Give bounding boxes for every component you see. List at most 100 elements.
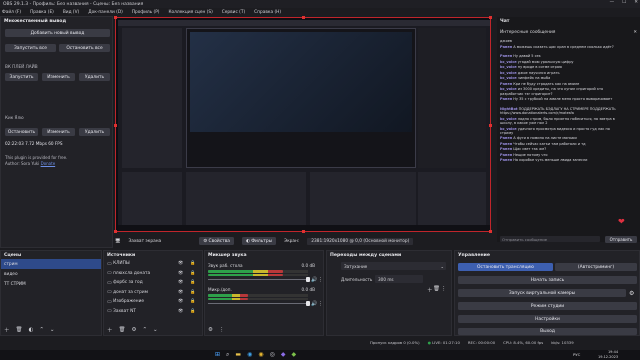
resize-handle-br[interactable]	[489, 230, 492, 233]
folder-icon[interactable]: ▬	[235, 351, 241, 359]
settings-button[interactable]: Настройки	[458, 315, 637, 323]
chat-username[interactable]: Ранен	[500, 54, 512, 58]
volume-slider[interactable]	[208, 301, 310, 307]
add-icon[interactable]: ＋	[107, 326, 113, 334]
resize-handle-tc[interactable]	[302, 16, 305, 19]
source-item[interactable]: ▭ Изображение 👁 🔒	[104, 297, 202, 307]
browser-icon[interactable]: ◉	[247, 351, 252, 359]
exit-button[interactable]: Выход	[458, 328, 637, 335]
lock-icon[interactable]: 🔒	[190, 309, 195, 314]
scene-item[interactable]: ТТ СТРИМ	[1, 279, 101, 289]
close-icon[interactable]: ✕	[633, 30, 637, 35]
virtual-camera-button[interactable]: Запуск виртуальной камеры	[458, 289, 626, 297]
trash-icon[interactable]: 🗑	[16, 327, 23, 333]
start-recording-button[interactable]: Начать запись	[458, 276, 637, 284]
more-icon[interactable]: ⋮	[318, 277, 323, 283]
eye-icon[interactable]: 👁	[178, 290, 183, 295]
tray-clock[interactable]: 19:44 19.12.2023	[598, 350, 618, 359]
speaker-icon[interactable]: 🔊	[311, 277, 317, 283]
menu-file[interactable]: Файл (F)	[2, 10, 21, 15]
app-icon[interactable]: ◆	[281, 351, 286, 359]
eye-icon[interactable]: 👁	[178, 309, 183, 314]
chat-username[interactable]: Ранен	[500, 153, 512, 157]
studio-mode-button[interactable]: Режим студии	[458, 302, 637, 310]
menu-help[interactable]: Справка (H)	[254, 10, 281, 15]
chat-username[interactable]: Ранен	[500, 147, 512, 151]
transition-type-select[interactable]: Затухание ⌄	[341, 262, 446, 270]
more-icon[interactable]: ⋮	[219, 327, 225, 333]
more-icon[interactable]: ⋮	[318, 301, 323, 307]
filter-icon[interactable]: ◐	[29, 327, 34, 333]
speaker-icon[interactable]: 🔊	[311, 301, 317, 307]
lock-icon[interactable]: 🔒	[190, 271, 195, 276]
menu-docks[interactable]: Док-панели (D)	[88, 10, 123, 15]
trash-icon[interactable]: 🗑	[433, 286, 440, 292]
gear-icon[interactable]: ⚙	[132, 327, 137, 333]
gear-icon[interactable]: ⚙	[208, 327, 213, 333]
stop-stream-button[interactable]: Остановить трансляцию	[458, 263, 553, 271]
add-output-button[interactable]: Добавить новый вывод	[5, 29, 110, 37]
down-icon[interactable]: ⌄	[50, 327, 55, 333]
source-item[interactable]: ▭ донат за стрим 👁 🔒	[104, 288, 202, 298]
up-icon[interactable]: ⌃	[142, 327, 147, 333]
chat-username[interactable]: bc_voice	[500, 65, 517, 69]
lock-icon[interactable]: 🔒	[190, 280, 195, 285]
stream-stop-button[interactable]: Остановить	[5, 128, 38, 136]
source-item[interactable]: ▭ Захват NT 👁 🔒	[104, 307, 202, 317]
autostart-button[interactable]: (Автостриминг)	[555, 263, 637, 271]
chat-username[interactable]: bc_voice	[500, 76, 517, 80]
resize-handle-tr[interactable]	[489, 16, 492, 19]
down-icon[interactable]: ⌄	[153, 327, 158, 333]
maximize-icon[interactable]: ☐	[622, 0, 626, 5]
stream-delete-button[interactable]: Удалить	[79, 128, 110, 136]
duration-input[interactable]: 300 ms	[375, 275, 423, 283]
app-icon[interactable]: ◆	[291, 351, 296, 359]
target-start-button[interactable]: Запустить	[5, 73, 38, 81]
menu-scene-collection[interactable]: Коллекция сцен (S)	[168, 10, 212, 15]
source-item[interactable]: ▭ форбс за год 👁 🔒	[104, 278, 202, 288]
source-item[interactable]: ▭ плюхсла доната 👁 🔒	[104, 269, 202, 279]
search-icon[interactable]: ⌕	[226, 351, 229, 359]
send-button[interactable]: Отправить	[605, 236, 637, 243]
lock-icon[interactable]: 🔒	[190, 299, 195, 304]
scene-item[interactable]: видео	[1, 269, 101, 279]
obs-icon[interactable]: ◎	[270, 351, 275, 359]
target-delete-button[interactable]: Удалить	[79, 73, 110, 81]
resize-handle-ml[interactable]	[114, 124, 117, 127]
chat-username[interactable]: Ранен	[500, 45, 512, 49]
filters-button[interactable]: ◐ Фильтры	[242, 237, 277, 245]
lock-icon[interactable]: 🔒	[190, 261, 195, 266]
lock-icon[interactable]: 🔒	[190, 290, 195, 295]
more-icon[interactable]: ⋮	[441, 286, 447, 292]
eye-icon[interactable]: 👁	[178, 261, 183, 266]
menu-profile[interactable]: Профиль (P)	[132, 10, 160, 15]
heart-icon[interactable]: ❤	[618, 217, 625, 226]
chat-username[interactable]: bc_voice	[500, 60, 517, 64]
volume-slider[interactable]	[208, 277, 310, 283]
chat-username[interactable]: Ранен	[500, 142, 512, 146]
eye-icon[interactable]: 👁	[178, 280, 183, 285]
chrome-icon[interactable]: ◉	[258, 351, 263, 359]
up-icon[interactable]: ⌃	[39, 327, 44, 333]
resize-handle-mr[interactable]	[489, 124, 492, 127]
chat-input[interactable]: Отправить сообщение	[500, 236, 600, 242]
stream-change-button[interactable]: Изменить	[42, 128, 75, 136]
minimize-icon[interactable]: —	[610, 0, 615, 5]
preview-canvas[interactable]	[114, 16, 492, 233]
target-change-button[interactable]: Изменить	[42, 73, 75, 81]
resize-handle-bl[interactable]	[114, 230, 117, 233]
menu-edit[interactable]: Правка (E)	[30, 10, 54, 15]
screen-select[interactable]: 2381:1920x1080 @ 0,0 (Основной монитор)	[307, 237, 414, 245]
gear-icon[interactable]: ⚙	[629, 290, 634, 297]
menu-view[interactable]: Вид (V)	[63, 10, 79, 15]
menu-tools[interactable]: Сервис (T)	[222, 10, 245, 15]
close-icon[interactable]: ✕	[634, 0, 638, 5]
trash-icon[interactable]: 🗑	[119, 327, 126, 333]
chat-username[interactable]: Ранен	[500, 158, 512, 162]
chat-username[interactable]: Ранен	[500, 136, 512, 140]
donate-link[interactable]: Donate	[41, 161, 56, 166]
add-icon[interactable]: ＋	[427, 286, 433, 294]
chat-tab[interactable]: Интересные сообщения ✕	[500, 28, 637, 36]
start-icon[interactable]: ⊞	[215, 351, 220, 359]
resize-handle-tl[interactable]	[114, 16, 117, 19]
